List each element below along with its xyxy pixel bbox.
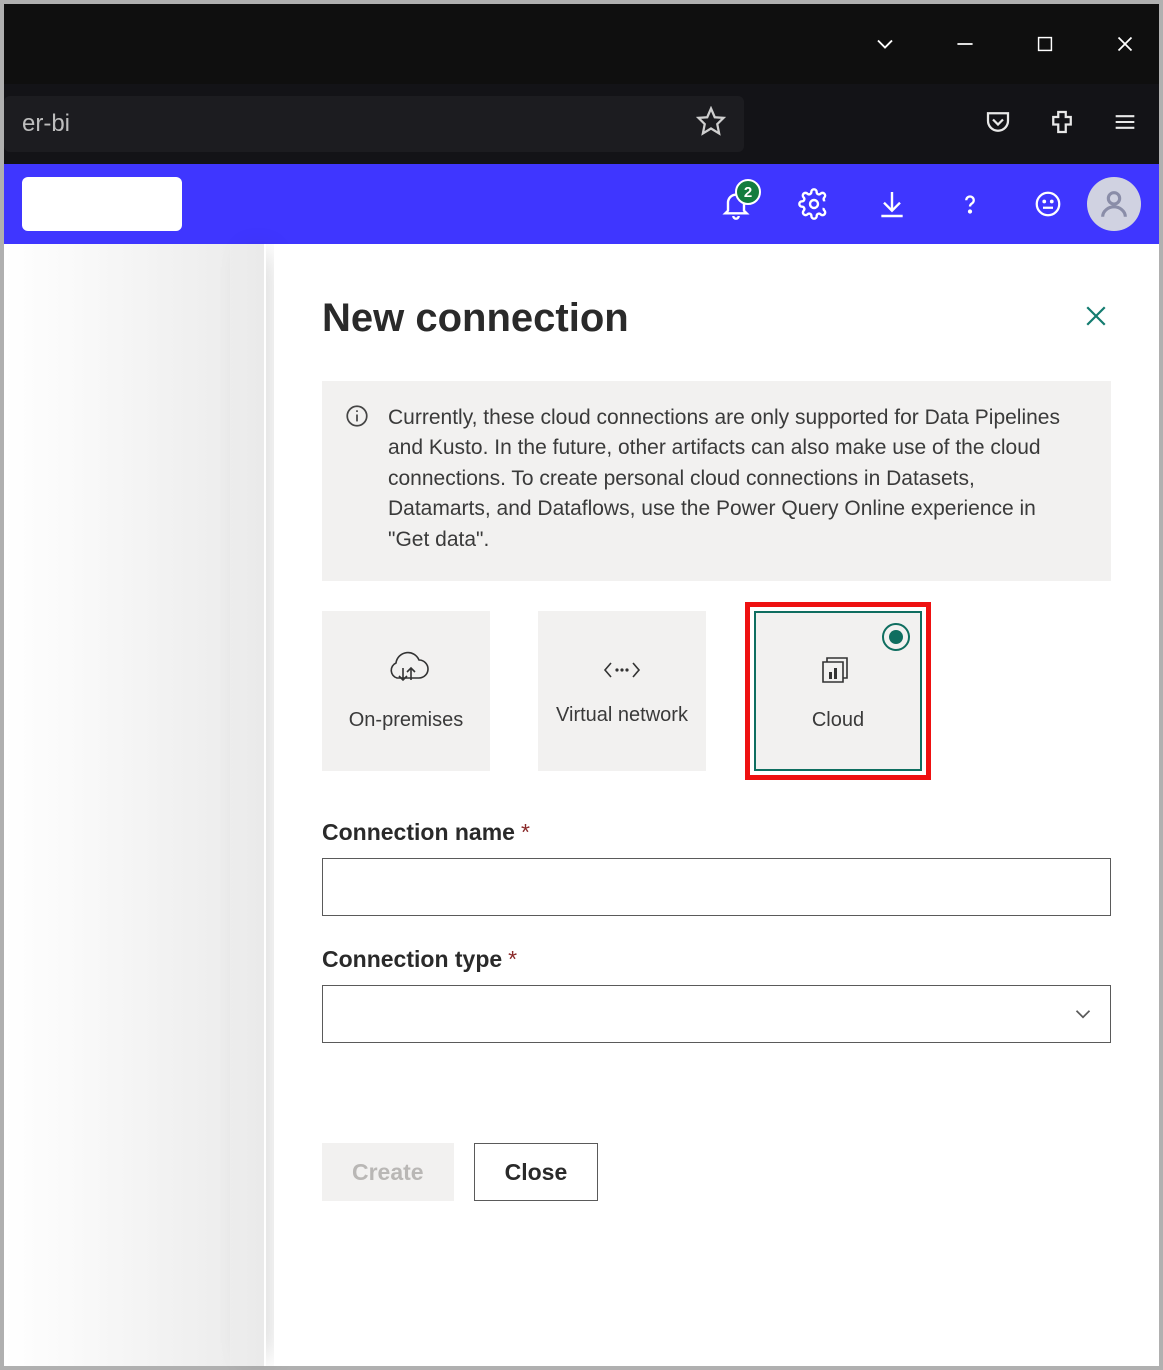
card-label: Virtual network [556, 703, 688, 728]
panel-title: New connection [322, 296, 629, 341]
address-bar[interactable]: er-bi [4, 96, 744, 152]
hamburger-menu-icon[interactable] [1111, 108, 1139, 141]
connection-type-label: Connection type * [322, 946, 1111, 973]
connection-name-label: Connection name * [322, 819, 1111, 846]
connection-type-select[interactable] [322, 985, 1111, 1043]
selected-indicator-icon [882, 623, 910, 651]
panel-close-button[interactable] [1081, 301, 1111, 336]
card-label: Cloud [812, 708, 864, 733]
vnet-icon [597, 655, 647, 691]
info-icon [344, 403, 370, 555]
tabs-dropdown-button[interactable] [871, 30, 899, 58]
window-titlebar [4, 4, 1159, 84]
feedback-button[interactable] [1031, 187, 1065, 221]
required-marker: * [508, 946, 517, 973]
settings-button[interactable] [797, 187, 831, 221]
new-connection-panel: New connection Currently, these cloud co… [274, 244, 1159, 1366]
card-label: On-premises [349, 708, 463, 733]
option-on-premises[interactable]: On-premises [322, 611, 490, 771]
create-button[interactable]: Create [322, 1143, 454, 1201]
info-banner: Currently, these cloud connections are o… [322, 381, 1111, 581]
close-button[interactable]: Close [474, 1143, 599, 1201]
browser-toolbar: er-bi [4, 84, 1159, 164]
window-close-button[interactable] [1111, 30, 1139, 58]
connection-name-input[interactable] [322, 858, 1111, 916]
search-input[interactable] [22, 177, 182, 231]
extensions-icon[interactable] [1047, 107, 1077, 142]
help-button[interactable] [953, 187, 987, 221]
downloads-button[interactable] [875, 187, 909, 221]
app-header: 2 [4, 164, 1159, 244]
window-maximize-button[interactable] [1031, 30, 1059, 58]
notification-badge: 2 [735, 179, 761, 205]
option-cloud[interactable]: Cloud [754, 611, 922, 771]
account-avatar[interactable] [1087, 177, 1141, 231]
backdrop [4, 244, 264, 1366]
url-text: er-bi [22, 110, 70, 138]
bookmark-star-icon[interactable] [696, 106, 726, 143]
cloud-gateway-icon [381, 650, 431, 696]
required-marker: * [521, 819, 530, 846]
chevron-down-icon [1070, 1001, 1096, 1027]
info-text: Currently, these cloud connections are o… [388, 403, 1081, 555]
option-virtual-network[interactable]: Virtual network [538, 611, 706, 771]
cloud-report-icon [813, 650, 863, 696]
pocket-icon[interactable] [983, 107, 1013, 142]
window-minimize-button[interactable] [951, 30, 979, 58]
notifications-button[interactable]: 2 [719, 187, 753, 221]
